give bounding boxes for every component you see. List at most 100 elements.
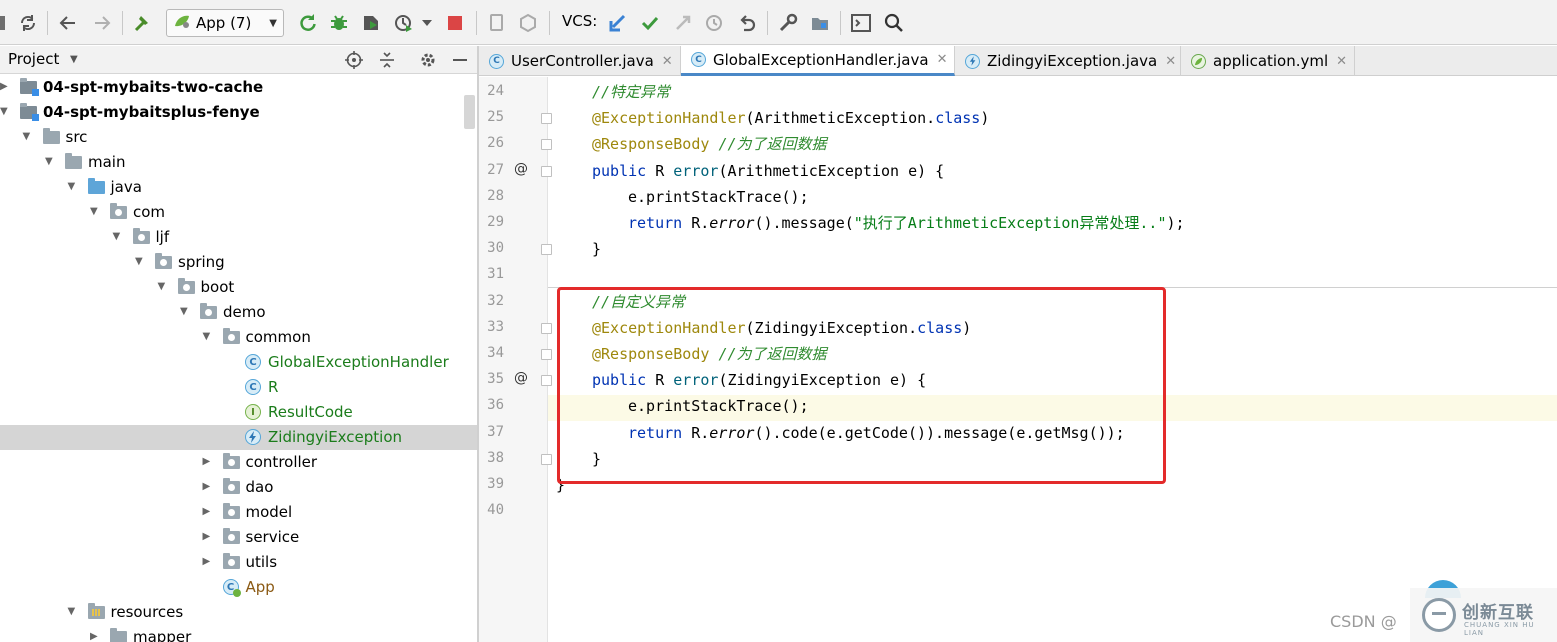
device-icon[interactable] [486, 11, 508, 35]
override-marker-icon[interactable]: @ [514, 161, 528, 177]
collapsed-arrow-icon[interactable]: ▶ [203, 507, 213, 517]
collapsed-arrow-icon[interactable]: ▶ [203, 457, 213, 467]
vcs-push-icon[interactable] [672, 11, 694, 35]
code-token: ().message( [754, 214, 854, 232]
code-line: @ResponseBody //为了返回数据 [592, 131, 827, 157]
fold-marker-icon[interactable] [541, 453, 552, 465]
tree-item-zidingyiexception[interactable]: ZidingyiException [0, 425, 477, 450]
tree-item-utils[interactable]: ▶ utils [0, 550, 477, 575]
rerun-icon[interactable] [297, 11, 319, 35]
tree-item-spring[interactable]: ▼ spring [0, 250, 477, 275]
vcs-update-icon[interactable] [607, 11, 629, 35]
expanded-arrow-icon[interactable]: ▼ [113, 232, 123, 242]
expanded-arrow-icon[interactable]: ▼ [45, 157, 55, 167]
fold-marker-icon[interactable] [541, 139, 552, 151]
expanded-arrow-icon[interactable]: ▼ [23, 132, 33, 142]
debug-bug-icon[interactable] [328, 11, 350, 35]
tree-item-label: src [65, 128, 88, 146]
forward-icon[interactable] [91, 11, 113, 35]
tree-item-04-spt-mybaitsplus-fenye[interactable]: ▼ 04-spt-mybaitsplus-fenye [0, 100, 477, 125]
expanded-arrow-icon[interactable]: ▼ [68, 607, 78, 617]
build-hammer-icon[interactable] [131, 11, 153, 35]
close-icon[interactable]: ✕ [1336, 54, 1347, 69]
line-number: 39 [487, 476, 504, 492]
fold-marker-icon[interactable] [541, 322, 552, 334]
hide-panel-icon[interactable] [451, 51, 469, 69]
project-structure-icon[interactable] [809, 11, 831, 35]
tree-item-resources[interactable]: ▼ resources [0, 600, 477, 625]
tree-item-model[interactable]: ▶ model [0, 500, 477, 525]
tree-item-common[interactable]: ▼ common [0, 325, 477, 350]
package-icon [222, 503, 240, 521]
close-icon[interactable]: ✕ [937, 52, 948, 67]
collapse-all-icon[interactable] [378, 51, 396, 69]
fold-marker-icon[interactable] [541, 165, 552, 177]
csdn-watermark: CSDN @ [1330, 612, 1397, 631]
run-coverage-icon[interactable] [360, 11, 382, 35]
close-icon[interactable]: ✕ [1165, 54, 1176, 69]
tree-item-app[interactable]: C App [0, 575, 477, 600]
tree-item-label: com [133, 203, 166, 221]
collapsed-arrow-icon[interactable]: ▶ [0, 82, 10, 92]
tree-item-com[interactable]: ▼ com [0, 200, 477, 225]
sdk-manager-icon[interactable] [517, 11, 539, 35]
collapsed-arrow-icon[interactable]: ▶ [90, 632, 100, 642]
expanded-arrow-icon[interactable]: ▼ [158, 282, 168, 292]
expanded-arrow-icon[interactable]: ▼ [68, 182, 78, 192]
collapsed-arrow-icon[interactable]: ▶ [203, 557, 213, 567]
main-toolbar: App (7) ▼ VCS: [0, 0, 1557, 45]
tree-item-service[interactable]: ▶ service [0, 525, 477, 550]
tree-item-label: dao [245, 478, 274, 496]
search-icon[interactable] [883, 11, 905, 35]
tree-item-ljf[interactable]: ▼ ljf [0, 225, 477, 250]
tree-item-resultcode[interactable]: I ResultCode [0, 400, 477, 425]
code-token: class [935, 109, 981, 128]
tree-item-java[interactable]: ▼ java [0, 175, 477, 200]
project-panel-title[interactable]: Project [8, 50, 59, 68]
collapsed-arrow-icon[interactable]: ▶ [203, 532, 213, 542]
tree-item-boot[interactable]: ▼ boot [0, 275, 477, 300]
gear-icon[interactable] [419, 51, 437, 69]
tab-zidingyiexception-java[interactable]: ZidingyiException.java ✕ [955, 46, 1181, 76]
terminal-icon[interactable] [850, 11, 872, 35]
expanded-arrow-icon[interactable]: ▼ [203, 332, 213, 342]
tree-item-demo[interactable]: ▼ demo [0, 300, 477, 325]
tab-usercontroller-java[interactable]: C UserController.java ✕ [479, 46, 681, 76]
fold-marker-icon[interactable] [541, 375, 552, 387]
back-icon[interactable] [57, 11, 79, 35]
tree-item-controller[interactable]: ▶ controller [0, 450, 477, 475]
run-config-select[interactable]: App (7) ▼ [166, 9, 284, 37]
fold-marker-icon[interactable] [541, 349, 552, 360]
code-token: (ArithmeticException e) { [718, 161, 945, 180]
save-all-icon[interactable] [0, 11, 8, 35]
chevron-down-icon[interactable] [421, 11, 433, 35]
locate-target-icon[interactable] [345, 51, 363, 69]
expanded-arrow-icon[interactable]: ▼ [90, 207, 100, 217]
override-marker-icon[interactable]: @ [514, 370, 528, 386]
tree-item-main[interactable]: ▼ main [0, 150, 477, 175]
collapsed-arrow-icon[interactable]: ▶ [203, 482, 213, 492]
tree-item-dao[interactable]: ▶ dao [0, 475, 477, 500]
stop-icon[interactable] [444, 11, 466, 35]
tree-item-04-spt-mybaits-two-cache[interactable]: ▶ 04-spt-mybaits-two-cache [0, 75, 477, 100]
expanded-arrow-icon[interactable]: ▼ [180, 307, 190, 317]
tree-item-src[interactable]: ▼ src [0, 125, 477, 150]
fold-marker-icon[interactable] [541, 113, 552, 125]
tree-item-globalexceptionhandler[interactable]: C GlobalExceptionHandler [0, 350, 477, 375]
profiler-icon[interactable] [393, 11, 415, 35]
fold-marker-icon[interactable] [541, 244, 552, 256]
tab-application-yml[interactable]: application.yml ✕ [1181, 46, 1355, 76]
vcs-rollback-icon[interactable] [736, 11, 758, 35]
tree-scrollbar[interactable] [464, 95, 475, 129]
vcs-history-icon[interactable] [703, 11, 725, 35]
tree-item-mapper[interactable]: ▶ mapper [0, 625, 477, 642]
settings-wrench-icon[interactable] [777, 11, 799, 35]
expanded-arrow-icon[interactable]: ▼ [135, 257, 145, 267]
tab-globalexceptionhandler-java[interactable]: C GlobalExceptionHandler.java ✕ [681, 46, 955, 76]
vcs-commit-check-icon[interactable] [639, 11, 661, 35]
chevron-down-icon[interactable]: ▼ [70, 54, 78, 65]
tree-item-r[interactable]: CR [0, 375, 477, 400]
sync-icon[interactable] [17, 11, 39, 35]
close-icon[interactable]: ✕ [662, 54, 673, 69]
expanded-arrow-icon[interactable]: ▼ [0, 107, 10, 117]
